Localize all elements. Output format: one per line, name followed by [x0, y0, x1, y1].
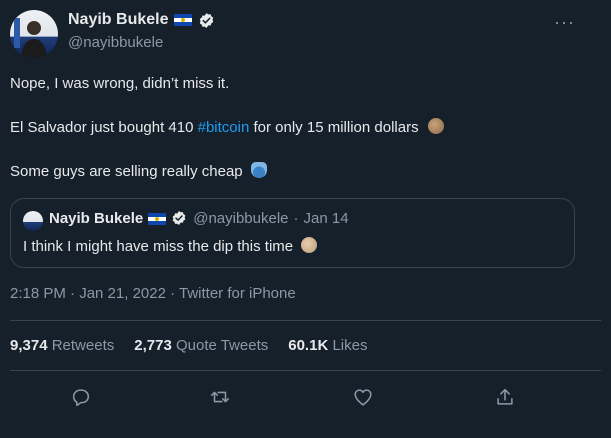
- action-bar: [0, 380, 611, 412]
- quote-tweets-count: 2,773: [134, 337, 172, 354]
- quoted-tweet-text: I think I might have miss the dip this t…: [23, 237, 318, 255]
- quote-tweets-label: Quote Tweets: [175, 337, 269, 354]
- avatar-figure-icon: [14, 18, 47, 58]
- author-name-row: Nayib Bukele: [68, 11, 215, 29]
- quoted-author-name: Nayib Bukele: [49, 210, 144, 227]
- el-salvador-flag-icon: [174, 14, 193, 26]
- retweets-stat[interactable]: 9,374 Retweets: [10, 337, 114, 354]
- verified-badge-icon: [171, 210, 188, 227]
- tweet-text: Nope, I was wrong, didn’t miss it. El Sa…: [10, 74, 600, 206]
- engagement-stats: 9,374 Retweets 2,773 Quote Tweets 60.1K …: [10, 337, 367, 354]
- tweet-line-3-text: Some guys are selling really cheap: [10, 163, 243, 180]
- quoted-author-handle: @nayibbukele: [193, 210, 289, 227]
- tweet-line-1: Nope, I was wrong, didn’t miss it.: [10, 75, 230, 92]
- bitcoin-hashtag-link[interactable]: #bitcoin: [198, 119, 250, 136]
- divider: [10, 370, 601, 371]
- likes-label: Likes: [332, 337, 368, 354]
- likes-count: 60.1K: [288, 337, 329, 354]
- author-handle[interactable]: @nayibbukele: [68, 34, 163, 51]
- quoted-author-avatar: [23, 211, 43, 231]
- quote-tweets-stat[interactable]: 2,773 Quote Tweets: [134, 337, 268, 354]
- quoted-tweet-card[interactable]: Nayib Bukele @nayibbukele · Jan 14 I thi…: [10, 198, 575, 268]
- relieved-face-emoji-icon: [301, 237, 318, 253]
- retweets-label: Retweets: [51, 337, 115, 354]
- share-icon[interactable]: [494, 386, 516, 408]
- tweet-line-2: El Salvador just bought 410 #bitcoin for…: [10, 118, 600, 138]
- person-raising-hands-emoji-icon: [250, 162, 267, 178]
- el-salvador-flag-icon: [148, 212, 167, 225]
- author-avatar[interactable]: [10, 10, 58, 58]
- tweet-line-3: Some guys are selling really cheap: [10, 162, 600, 182]
- retweet-icon[interactable]: [209, 386, 231, 408]
- reply-icon[interactable]: [70, 386, 92, 408]
- money-face-emoji-icon: [427, 118, 444, 134]
- quoted-date: Jan 14: [303, 210, 349, 227]
- divider: [10, 320, 601, 321]
- likes-stat[interactable]: 60.1K Likes: [288, 337, 367, 354]
- more-icon[interactable]: ···: [554, 12, 575, 33]
- like-icon[interactable]: [352, 386, 374, 408]
- quoted-tweet-header: Nayib Bukele @nayibbukele · Jan 14: [49, 210, 349, 227]
- verified-badge-icon: [198, 12, 215, 29]
- retweets-count: 9,374: [10, 337, 48, 354]
- tweet-line-2-end: for only 15 million dollars: [249, 119, 419, 136]
- tweet-timestamp[interactable]: 2:18 PM · Jan 21, 2022 · Twitter for iPh…: [10, 285, 296, 302]
- tweet-line-2-start: El Salvador just bought 410: [10, 119, 198, 136]
- author-display-name[interactable]: Nayib Bukele: [68, 11, 168, 29]
- quoted-tweet-text-content: I think I might have miss the dip this t…: [23, 238, 294, 255]
- quoted-separator: ·: [293, 210, 299, 227]
